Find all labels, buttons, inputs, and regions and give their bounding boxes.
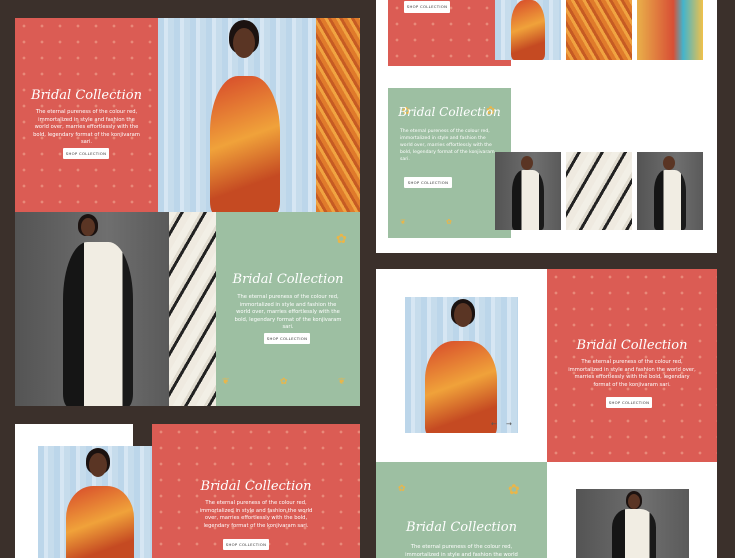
model-saree xyxy=(654,170,686,230)
leaf-icon: ❦ xyxy=(400,218,406,226)
shop-collection-button[interactable]: SHOP COLLECTION xyxy=(223,539,269,550)
panel-f-photo xyxy=(576,489,689,558)
collection-description: The eternal pureness of the colour red, … xyxy=(405,544,518,558)
panel-a-photo xyxy=(158,18,360,212)
collection-description: The eternal pureness of the colour red, … xyxy=(33,109,140,146)
shop-collection-button[interactable]: SHOP COLLECTION xyxy=(264,333,310,344)
flower-icon: ✿ xyxy=(280,377,288,387)
carousel-prev-button[interactable]: ← xyxy=(491,420,497,428)
shop-collection-button[interactable]: SHOP COLLECTION xyxy=(404,1,450,13)
model-face xyxy=(521,156,533,170)
collection-title: Bridal Collection xyxy=(576,338,688,353)
leaf-icon: ❦ xyxy=(338,377,346,387)
panel-c-photo xyxy=(38,446,152,558)
panel-e-text: Bridal Collection The eternal pureness o… xyxy=(547,269,717,462)
panel-d-text: ✿ ✿ Bridal Collection The eternal purene… xyxy=(388,88,511,238)
model-saree xyxy=(63,242,133,406)
panel-b-text: ✿ Bridal Collection The eternal pureness… xyxy=(216,212,360,406)
thumb-model-bw-2 xyxy=(637,152,703,230)
leaf-icon: ❦ xyxy=(222,377,230,387)
collection-title: Bridal Collection xyxy=(232,272,344,287)
flower-icon: ✿ xyxy=(398,484,406,494)
model-face xyxy=(663,156,675,170)
collection-description: The eternal pureness of the colour red, … xyxy=(234,294,342,331)
collection-title: Bridal Collection xyxy=(406,520,517,535)
collection-description: The eternal pureness of the colour red, … xyxy=(400,129,495,162)
collection-description: The eternal pureness of the colour red, … xyxy=(199,500,313,529)
model-face xyxy=(454,303,472,327)
saree-drape xyxy=(316,18,360,212)
collection-description: The eternal pureness of the colour red, … xyxy=(568,359,696,388)
model-face xyxy=(233,28,255,58)
thumb-fabric-mix xyxy=(637,0,703,60)
collection-title: Bridal Collection xyxy=(398,105,501,119)
model-face xyxy=(81,218,95,236)
thumb-fabric-bw xyxy=(566,152,632,230)
model-saree xyxy=(66,486,134,558)
model-face xyxy=(628,494,640,509)
shop-collection-button[interactable]: SHOP COLLECTION xyxy=(606,397,652,408)
thumb-fabric-orange xyxy=(566,0,632,60)
paisley-icon: ✿ xyxy=(508,482,520,498)
model-saree xyxy=(612,509,656,558)
collection-title: Bridal Collection xyxy=(200,479,312,494)
model-saree xyxy=(511,0,545,60)
shop-collection-button[interactable]: SHOP COLLECTION xyxy=(404,177,452,188)
panel-b-photo xyxy=(15,212,169,406)
panel-e-photo xyxy=(405,297,518,433)
model-saree xyxy=(210,76,280,212)
panel-d-header-strip: SHOP COLLECTION xyxy=(388,0,511,66)
model-saree xyxy=(425,341,497,433)
panel-b-fabric xyxy=(169,212,216,406)
panel-c-text: Bridal Collection The eternal pureness o… xyxy=(152,424,360,558)
collection-title: Bridal Collection xyxy=(31,88,142,103)
thumb-model xyxy=(495,0,561,60)
panel-a-text: Bridal Collection The eternal pureness o… xyxy=(15,18,158,212)
flower-icon: ✿ xyxy=(446,218,452,226)
model-face xyxy=(89,453,107,477)
paisley-icon: ✿ xyxy=(336,232,347,247)
carousel-next-button[interactable]: → xyxy=(506,420,512,428)
panel-f-text: ✿ ✿ Bridal Collection The eternal purene… xyxy=(376,462,547,558)
shop-collection-button[interactable]: SHOP COLLECTION xyxy=(63,148,109,159)
model-saree xyxy=(512,170,544,230)
thumb-model-bw-1 xyxy=(495,152,561,230)
